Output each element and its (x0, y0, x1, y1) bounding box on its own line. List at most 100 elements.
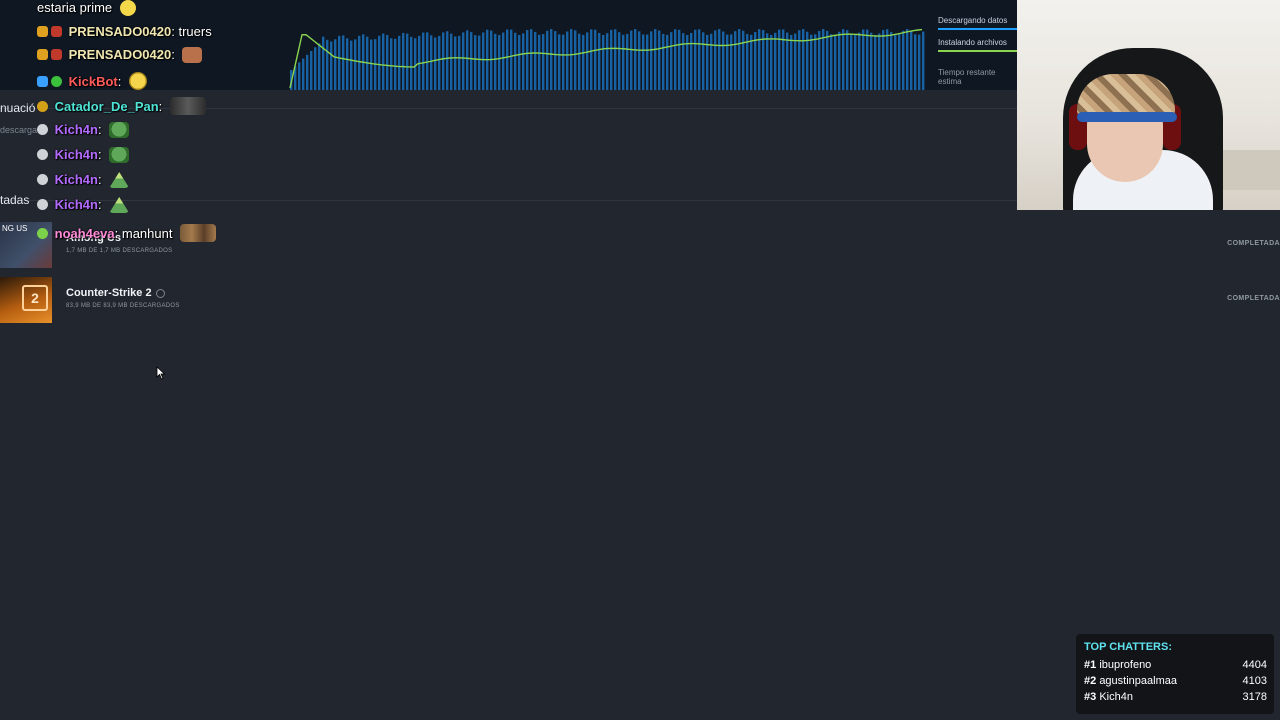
download-rate-bar (514, 32, 517, 90)
download-rate-bar (662, 33, 665, 90)
download-rate-bar (346, 38, 349, 90)
download-rate-bar (434, 37, 437, 90)
download-rate-bar (758, 29, 761, 90)
download-rate-bar (330, 41, 333, 90)
chat-username[interactable]: Kich4n (55, 147, 98, 162)
chat-message: Kich4n: (37, 197, 130, 213)
game-thumbnail[interactable]: 2 (0, 277, 52, 323)
download-rate-bar (318, 43, 321, 90)
cap-brim (1077, 112, 1177, 122)
download-rate-bar (546, 30, 549, 90)
download-rate-bar (638, 31, 641, 90)
download-rate-bar (802, 29, 805, 90)
queue-section-title: nuació (0, 101, 36, 115)
emote-icon (109, 122, 130, 138)
download-rate-bar (554, 31, 557, 90)
chat-username[interactable]: PRENSADO0420 (69, 47, 172, 62)
download-rate-bar (630, 30, 633, 90)
chat-username[interactable]: KickBot (69, 74, 118, 89)
download-rate-bar (706, 34, 709, 90)
emote-icon (169, 97, 206, 115)
download-rate-bar (874, 34, 877, 90)
info-icon[interactable] (155, 288, 165, 298)
download-rate-bar (474, 35, 477, 90)
game-name[interactable]: Counter-Strike 2 (66, 287, 152, 299)
chat-text: estaria prime (37, 0, 113, 15)
download-rate-bar (482, 32, 485, 90)
download-rate-bar (526, 30, 529, 90)
legend-installing-line (938, 50, 1017, 52)
download-rate-bar (698, 29, 701, 90)
download-rate-bar (402, 32, 405, 90)
chat-username[interactable]: Kich4n (55, 122, 98, 137)
download-item-counter-strike-2[interactable]: 2 Counter-Strike 2 83,9 MB DE 83,9 MB DE… (0, 277, 1280, 325)
top-chatter-row: #3 Kich4n 3178 (1084, 691, 1267, 703)
top-chatters-title: TOP CHATTERS: (1084, 641, 1173, 653)
download-rate-bar (738, 29, 741, 90)
cs2-logo: 2 (22, 285, 48, 311)
chatter-count: 3178 (1242, 691, 1267, 703)
download-rate-bar (398, 35, 401, 90)
download-rate-bar (450, 33, 453, 90)
emote-icon (180, 224, 217, 242)
download-rate-bar (358, 35, 361, 90)
download-rate-bar (666, 34, 669, 90)
download-rate-bar (314, 47, 317, 90)
download-rate-bar (786, 32, 789, 90)
chat-username[interactable]: noah4eva (55, 226, 115, 241)
download-rate-bar (714, 30, 717, 90)
download-rate-bar (322, 36, 325, 90)
download-graph: Descargando datos Instalando archivos Ti… (0, 0, 1017, 90)
download-rate-bar (602, 34, 605, 90)
download-rate-bar (830, 34, 833, 90)
emote-icon (109, 172, 130, 188)
download-rate-bar (502, 32, 505, 90)
download-rate-bar (370, 39, 373, 90)
chat-message: KickBot: (37, 72, 147, 90)
download-rate-bar (774, 32, 777, 90)
badge-icon (37, 124, 48, 135)
download-rate-bar (850, 33, 853, 90)
download-rate-bar (750, 34, 753, 90)
download-rate-bar (818, 30, 821, 90)
download-rate-bar (878, 33, 881, 90)
download-rate-bar (826, 30, 829, 90)
chatter-name: agustinpaalmaa (1099, 675, 1177, 687)
download-rate-bar (466, 30, 469, 90)
download-rate-bar (298, 62, 301, 90)
badge-icon (37, 49, 48, 60)
chat-message: Kich4n: (37, 147, 130, 163)
download-rate-bar (538, 34, 541, 90)
download-rate-bar (542, 34, 545, 90)
download-rate-bar (790, 34, 793, 90)
download-rate-bar (510, 29, 513, 90)
download-rate-bar (898, 34, 901, 90)
download-rate-bar (622, 34, 625, 90)
badge-icon (37, 228, 48, 239)
top-chatter-row: #1 ibuprofeno 4404 (1084, 659, 1267, 671)
download-rate-bar (670, 32, 673, 90)
chat-username[interactable]: Catador_De_Pan (55, 99, 159, 114)
download-rate-bar (910, 31, 913, 90)
download-rate-bar (530, 29, 533, 90)
download-rate-bar (646, 34, 649, 90)
download-rate-bar (534, 31, 537, 90)
download-rate-bar (682, 33, 685, 90)
download-rate-bar (814, 34, 817, 90)
download-rate-bar (858, 32, 861, 90)
download-rate-bar (862, 29, 865, 90)
download-rate-bar (902, 30, 905, 90)
download-rate-bar (566, 31, 569, 90)
download-rate-bar (810, 34, 813, 90)
download-rate-bar (570, 29, 573, 90)
download-rate-bar (838, 31, 841, 90)
download-rate-bar (694, 29, 697, 90)
chat-username[interactable]: PRENSADO0420 (69, 24, 172, 39)
chat-username[interactable]: Kich4n (55, 172, 98, 187)
download-rate-bar (834, 34, 837, 90)
chat-username[interactable]: Kich4n (55, 197, 98, 212)
chatter-count: 4103 (1242, 675, 1267, 687)
chatter-rank: #2 (1084, 675, 1097, 687)
download-rate-bar (478, 35, 481, 90)
download-rate-bar (558, 34, 561, 90)
